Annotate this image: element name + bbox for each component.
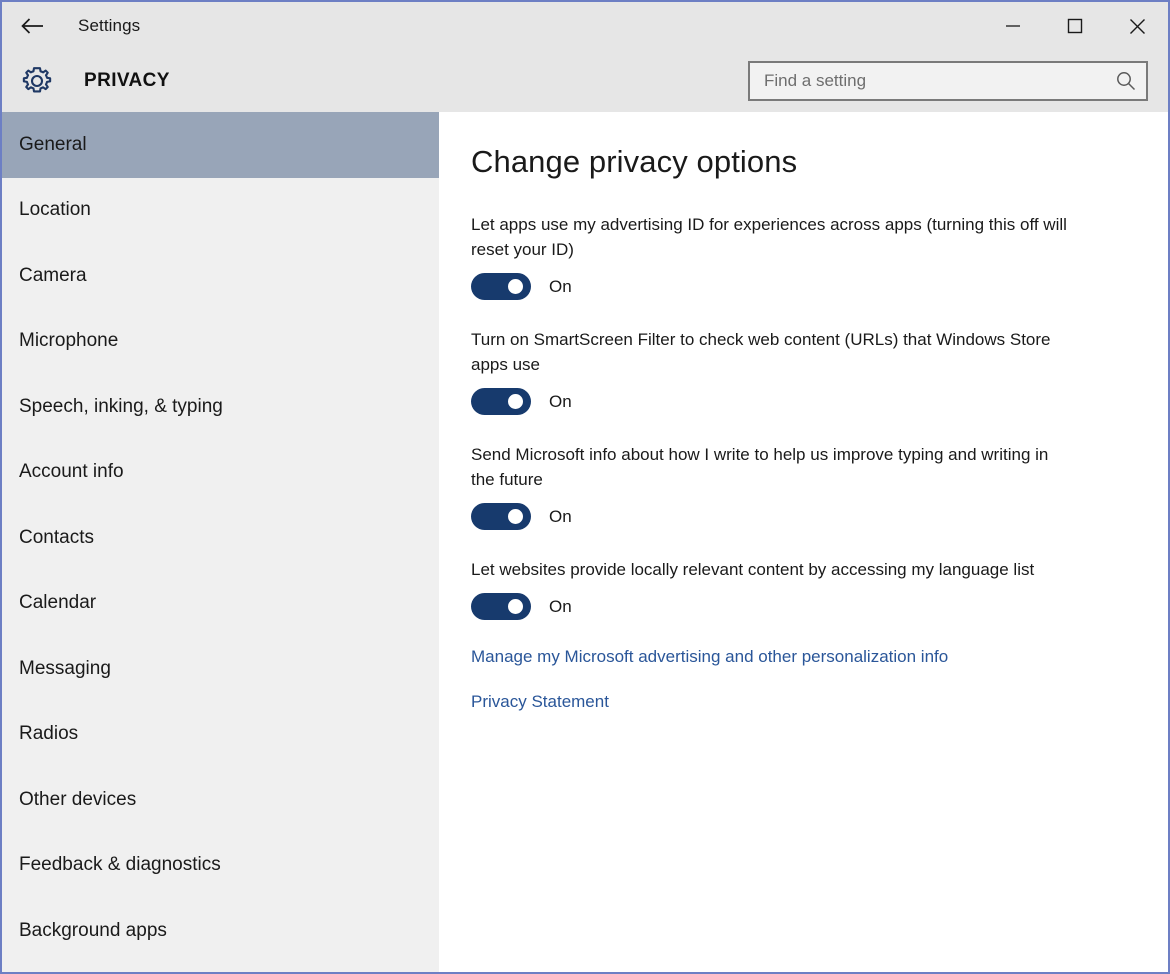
sidebar-item-label: Microphone [19, 330, 119, 352]
sidebar-item-label: Location [19, 199, 91, 221]
search-box[interactable] [748, 61, 1148, 101]
toggle-state-label: On [549, 391, 572, 411]
sidebar-item-label: Feedback & diagnostics [19, 854, 221, 876]
sidebar-item-messaging[interactable]: Messaging [2, 636, 439, 702]
sidebar-item-speech-inking-typing[interactable]: Speech, inking, & typing [2, 374, 439, 440]
sidebar-item-account-info[interactable]: Account info [2, 440, 439, 506]
sidebar-item-label: Camera [19, 264, 87, 286]
setting-label: Let websites provide locally relevant co… [471, 560, 1035, 579]
close-icon [1129, 18, 1145, 34]
setting-label: Let apps use my advertising ID for exper… [471, 215, 1067, 259]
smartscreen-filter-toggle[interactable] [471, 388, 531, 415]
toggle-knob [508, 394, 523, 409]
sidebar-item-label: Account info [19, 461, 124, 483]
settings-window: Settings PRIVACY Find a setting General … [0, 0, 1170, 974]
toggle-row: On [471, 273, 1071, 300]
toggle-row: On [471, 593, 1071, 620]
toggle-state-label: On [549, 506, 572, 526]
manage-advertising-link[interactable]: Manage my Microsoft advertising and othe… [471, 647, 948, 667]
body: General Location Camera Microphone Speec… [2, 112, 1168, 972]
sidebar-item-camera[interactable]: Camera [2, 243, 439, 309]
toggle-knob [508, 599, 523, 614]
setting-smartscreen-filter: Turn on SmartScreen Filter to check web … [471, 327, 1071, 415]
sidebar-item-general[interactable]: General [2, 112, 439, 178]
page-title: PRIVACY [84, 70, 170, 91]
setting-advertising-id: Let apps use my advertising ID for exper… [471, 212, 1071, 300]
page-header: PRIVACY [2, 50, 1168, 112]
gear-icon [18, 62, 56, 100]
sidebar-item-location[interactable]: Location [2, 178, 439, 244]
sidebar-item-feedback-diagnostics[interactable]: Feedback & diagnostics [2, 833, 439, 899]
sidebar-item-radios[interactable]: Radios [2, 702, 439, 768]
back-arrow-icon [21, 18, 43, 34]
sidebar-item-background-apps[interactable]: Background apps [2, 898, 439, 964]
maximize-button[interactable] [1044, 2, 1106, 50]
sidebar-item-label: Calendar [19, 592, 97, 614]
sidebar-item-calendar[interactable]: Calendar [2, 571, 439, 637]
content-heading: Change privacy options [471, 144, 798, 179]
window-title: Settings [78, 16, 141, 35]
setting-language-list: Let websites provide locally relevant co… [471, 557, 1071, 620]
language-list-toggle[interactable] [471, 593, 531, 620]
toggle-row: On [471, 388, 1071, 415]
toggle-row: On [471, 503, 1071, 530]
window-controls [982, 2, 1168, 50]
sidebar-item-microphone[interactable]: Microphone [2, 309, 439, 375]
search-input[interactable] [750, 63, 1106, 99]
content-pane: Change privacy options Let apps use my a… [439, 112, 1168, 972]
toggle-knob [508, 509, 523, 524]
toggle-state-label: On [549, 276, 572, 296]
sidebar-item-contacts[interactable]: Contacts [2, 505, 439, 571]
title-bar: Settings [2, 2, 1168, 50]
toggle-knob [508, 279, 523, 294]
setting-typing-writing-info: Send Microsoft info about how I write to… [471, 442, 1071, 530]
minimize-icon [1006, 25, 1020, 27]
sidebar-item-label: Contacts [19, 526, 94, 548]
toggle-state-label: On [549, 596, 572, 616]
typing-writing-info-toggle[interactable] [471, 503, 531, 530]
sidebar-item-other-devices[interactable]: Other devices [2, 767, 439, 833]
privacy-statement-link[interactable]: Privacy Statement [471, 692, 609, 712]
search-icon[interactable] [1106, 63, 1146, 99]
minimize-button[interactable] [982, 2, 1044, 50]
setting-label: Turn on SmartScreen Filter to check web … [471, 330, 1051, 374]
sidebar-item-label: Speech, inking, & typing [19, 395, 223, 417]
sidebar-item-label: Background apps [19, 919, 167, 941]
close-button[interactable] [1106, 2, 1168, 50]
setting-label: Send Microsoft info about how I write to… [471, 445, 1049, 489]
sidebar-item-label: Radios [19, 723, 79, 745]
advertising-id-toggle[interactable] [471, 273, 531, 300]
sidebar-item-label: General [19, 133, 87, 155]
back-button[interactable] [10, 3, 56, 49]
sidebar-item-label: Other devices [19, 788, 137, 810]
maximize-icon [1067, 18, 1083, 34]
sidebar-item-label: Messaging [19, 657, 111, 679]
sidebar: General Location Camera Microphone Speec… [2, 112, 439, 972]
